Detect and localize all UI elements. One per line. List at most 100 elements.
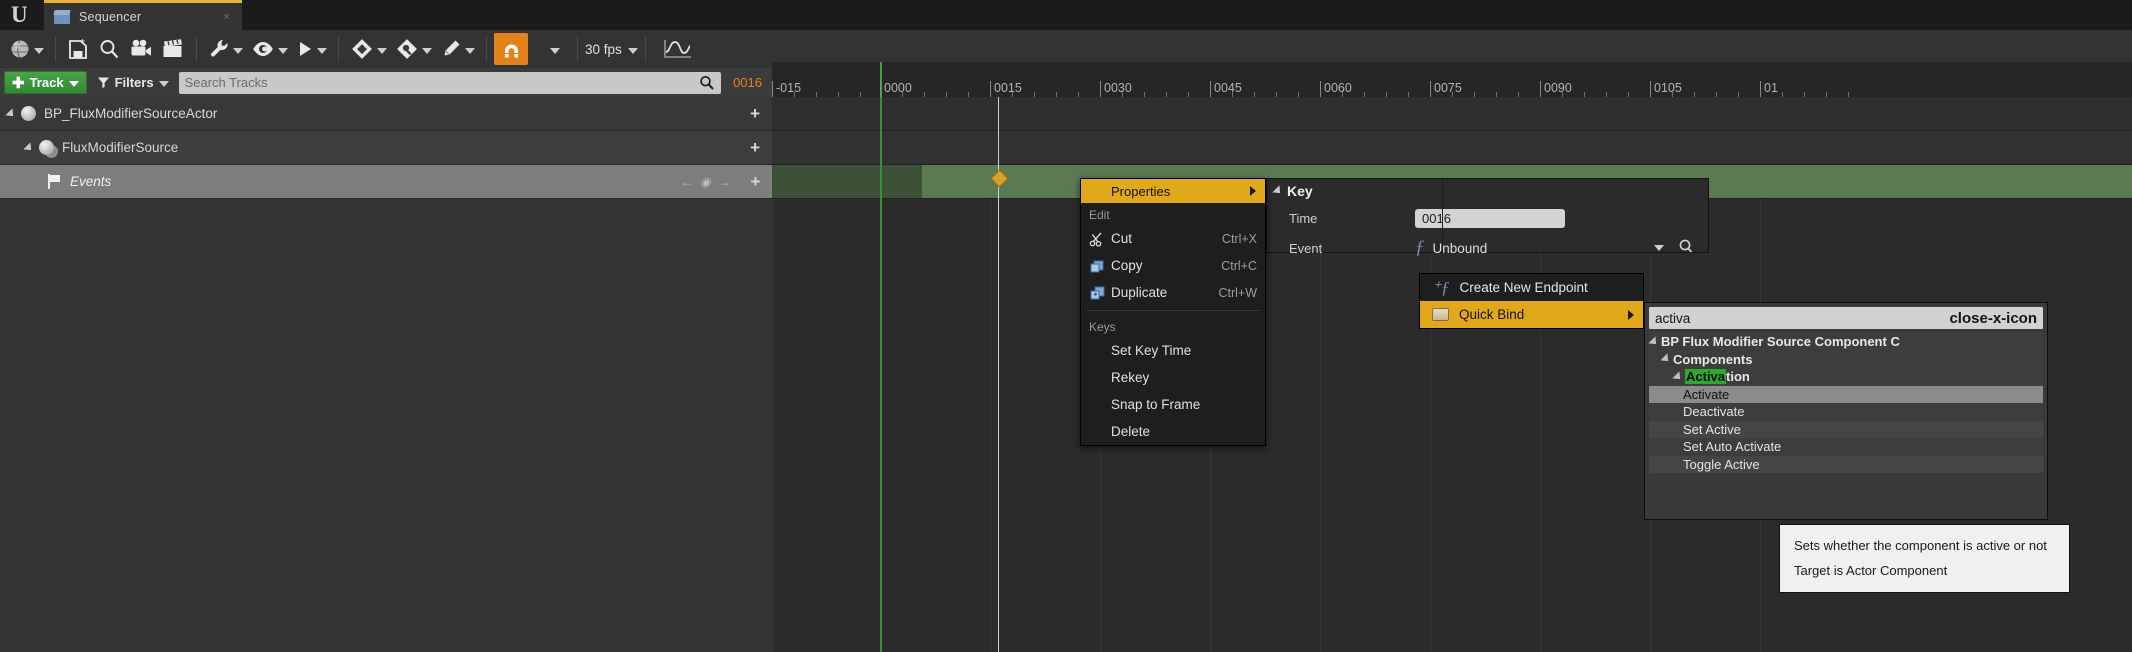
magnifier-icon [700,75,714,90]
quick-bind-search-field[interactable]: close-x-icon [1649,307,2043,329]
menu-item-delete[interactable]: Delete [1081,418,1265,445]
ruler-tick-label: 0045 [1214,81,1242,95]
expander-triangle-icon[interactable] [1648,336,1660,348]
properties-label: Properties [1111,183,1171,199]
timeline-gridline [1430,199,1431,652]
framerate-dropdown[interactable]: 30 fps [585,42,638,57]
curve-editor-button[interactable] [659,33,697,65]
menu-item-label: Snap to Frame [1111,397,1201,412]
general-options-button[interactable] [204,33,247,65]
event-endpoint-combobox[interactable]: ƒ Unbound [1415,237,1708,259]
timeline-ruler[interactable]: -0150000001500300045006000750090010501 0… [772,62,2132,98]
magnifier-icon[interactable] [1678,238,1694,259]
expander-triangle-icon[interactable] [23,141,35,154]
eye-icon [253,42,273,56]
funnel-icon [97,77,109,88]
menu-item-label: Cut [1111,231,1133,246]
toolbar-divider [55,36,56,62]
snapping-options-button[interactable] [540,33,570,65]
menu-item-quick-bind[interactable]: Quick Bind [1420,301,1643,328]
find-sequence-button[interactable] [94,33,125,65]
expander-triangle-icon[interactable] [1672,371,1684,383]
tree-leaf-set-auto-activate[interactable]: Set Auto Activate [1649,438,2043,456]
submenu-arrow-icon [1250,186,1256,196]
activate-tooltip: Sets whether the component is active or … [1779,524,2070,594]
keyframe-interpolation-button[interactable] [391,33,436,65]
key-event-value: ƒ Unbound [1415,237,1708,259]
key-event-label: Event [1289,240,1323,256]
toolbar-divider [196,36,197,62]
chevron-down-icon [317,47,327,54]
tree-node-blueprint[interactable]: BP Flux Modifier Source Component C [1648,333,2043,351]
menu-item-cut[interactable]: Cut Ctrl+X [1081,225,1265,252]
add-track-row-button[interactable]: + [750,104,760,124]
view-options-button[interactable] [247,33,292,65]
play-triangle-icon [300,42,311,56]
playback-options-button[interactable] [292,33,331,65]
chevron-down-icon[interactable] [1654,245,1664,251]
close-icon[interactable]: × [221,12,232,23]
expander-triangle-icon[interactable] [1272,185,1284,197]
expander-triangle-icon[interactable] [5,107,17,120]
tree-leaf-activate[interactable]: Activate [1649,385,2043,403]
tree-leaf-label: Deactivate [1683,404,1745,420]
tree-leaf-toggle-active[interactable]: Toggle Active [1649,455,2043,473]
quick-bind-search-input[interactable] [1655,310,1950,326]
key-panel-header[interactable]: Key [1267,179,1708,203]
add-track-row-button[interactable]: + [750,138,760,158]
menu-item-copy[interactable]: Copy Ctrl+C [1081,252,1265,279]
auto-key-button[interactable] [436,33,479,65]
timeline-row-actor[interactable] [772,97,2132,131]
add-function-icon: ⁺ƒ [1432,277,1450,297]
tree-leaf-deactivate[interactable]: Deactivate [1649,403,2043,421]
menu-item-rekey[interactable]: Rekey [1081,364,1265,391]
ruler-tick-label: 0075 [1434,81,1462,95]
ruler-tick-label: 0000 [884,81,912,95]
track-row-events[interactable]: Events ← ◉ → + [0,165,772,199]
add-key-button[interactable]: + [750,172,760,192]
context-menu-properties[interactable]: Properties [1081,179,1265,203]
camera-icon [131,39,151,56]
add-track-button[interactable]: ✚ Track [4,71,87,94]
folder-icon [1432,308,1449,321]
create-camera-button[interactable] [125,33,157,65]
close-x-icon[interactable]: close-x-icon [1949,311,2037,326]
ruler-tick-label: 0015 [994,81,1022,95]
render-movie-button[interactable] [157,33,189,65]
pencil-icon [444,40,460,56]
snapping-toggle[interactable] [494,33,528,65]
key-event-row: Event ƒ Unbound [1267,233,1708,263]
chevron-down-icon [233,47,243,54]
search-input[interactable] [184,75,700,90]
ruler-tick-label: 0060 [1324,81,1352,95]
quick-bind-tree: BP Flux Modifier Source Component C Comp… [1648,333,2043,473]
chevron-down-icon [158,81,169,87]
tree-leaf-set-active[interactable]: Set Active [1649,420,2043,438]
filters-button[interactable]: Filters [91,71,175,94]
menu-item-create-new-endpoint[interactable]: ⁺ƒ Create New Endpoint [1420,274,1643,301]
timeline-row-component[interactable] [772,131,2132,165]
track-row[interactable]: FluxModifierSource + [0,131,772,165]
chevron-down-icon [550,47,560,54]
tab-sequencer[interactable]: Sequencer × [44,0,242,30]
tree-node-activation[interactable]: Activation [1649,368,2043,386]
tree-node-components[interactable]: Components [1649,351,2043,369]
expander-triangle-icon[interactable] [1660,353,1672,365]
chevron-down-icon [34,47,44,54]
key-time-input[interactable] [1415,208,1565,228]
search-tracks-field[interactable] [178,71,722,94]
filters-label: Filters [114,75,154,90]
toolbar-divider [644,36,646,62]
menu-item-label: Duplicate [1111,285,1168,300]
duplicate-icon [1089,285,1105,301]
plus-icon: ✚ [12,74,25,92]
menu-item-set-key-time[interactable]: Set Key Time [1081,337,1265,364]
world-outliner-actions-button[interactable] [6,33,48,65]
menu-item-duplicate[interactable]: Duplicate Ctrl+W [1081,279,1265,306]
tooltip-description: Sets whether the component is active or … [1794,538,2047,553]
save-sequence-button[interactable]: * [63,33,94,65]
menu-item-snap-to-frame[interactable]: Snap to Frame [1081,391,1265,418]
track-row[interactable]: BP_FluxModifierSourceActor + [0,97,772,131]
key-options-button[interactable] [346,33,391,65]
key-navigation-controls[interactable]: ← ◉ → [681,175,732,189]
